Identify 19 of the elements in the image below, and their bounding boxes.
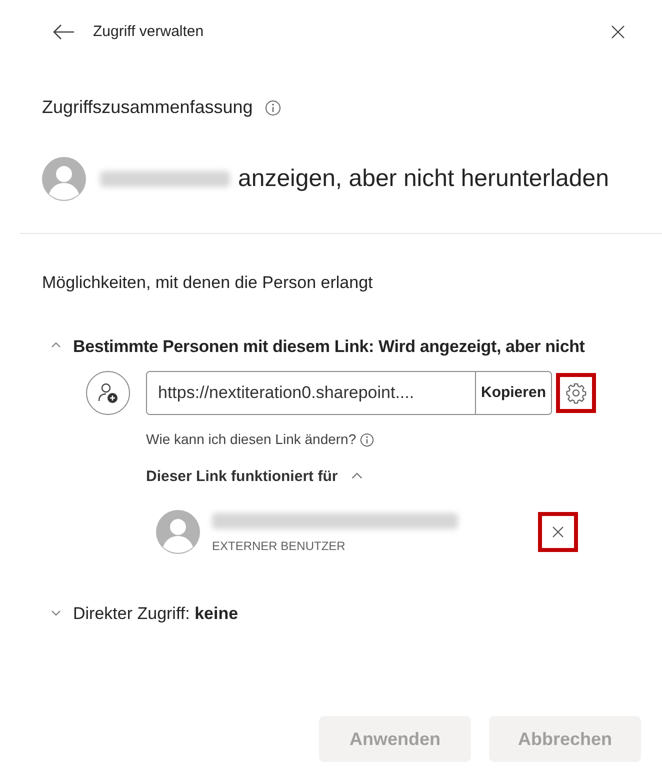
works-for-toggle[interactable]: Dieser Link funktioniert für xyxy=(146,466,364,488)
avatar-icon xyxy=(156,510,200,554)
remove-button[interactable] xyxy=(538,512,578,552)
close-icon xyxy=(552,526,564,538)
avatar-icon xyxy=(42,157,86,201)
panel-title: Zugriff verwalten xyxy=(93,22,204,42)
person-add-icon xyxy=(96,381,120,405)
section-toggle[interactable]: Direkter Zugriff: keine xyxy=(50,600,238,626)
section-heading: Möglichkeiten, mit denen die Person erlangt xyxy=(41,272,374,294)
info-icon[interactable] xyxy=(264,100,281,116)
access-summary: anzeigen, aber nicht herunterladen xyxy=(238,164,609,194)
settings-button[interactable] xyxy=(556,373,596,413)
section-toggle[interactable]: Bestimmte Personen mit diesem Link: Wird angezeigt, aber nicht xyxy=(50,334,585,359)
section-heading: Zugriffszusammenfassung xyxy=(42,96,253,119)
info-icon[interactable] xyxy=(360,432,374,446)
add-person-button[interactable] xyxy=(86,371,130,415)
user-role: EXTERNER BENUTZER xyxy=(212,538,346,554)
settings-icon xyxy=(565,382,587,404)
help-link[interactable]: Wie kann ich diesen Link ändern? xyxy=(146,429,356,450)
